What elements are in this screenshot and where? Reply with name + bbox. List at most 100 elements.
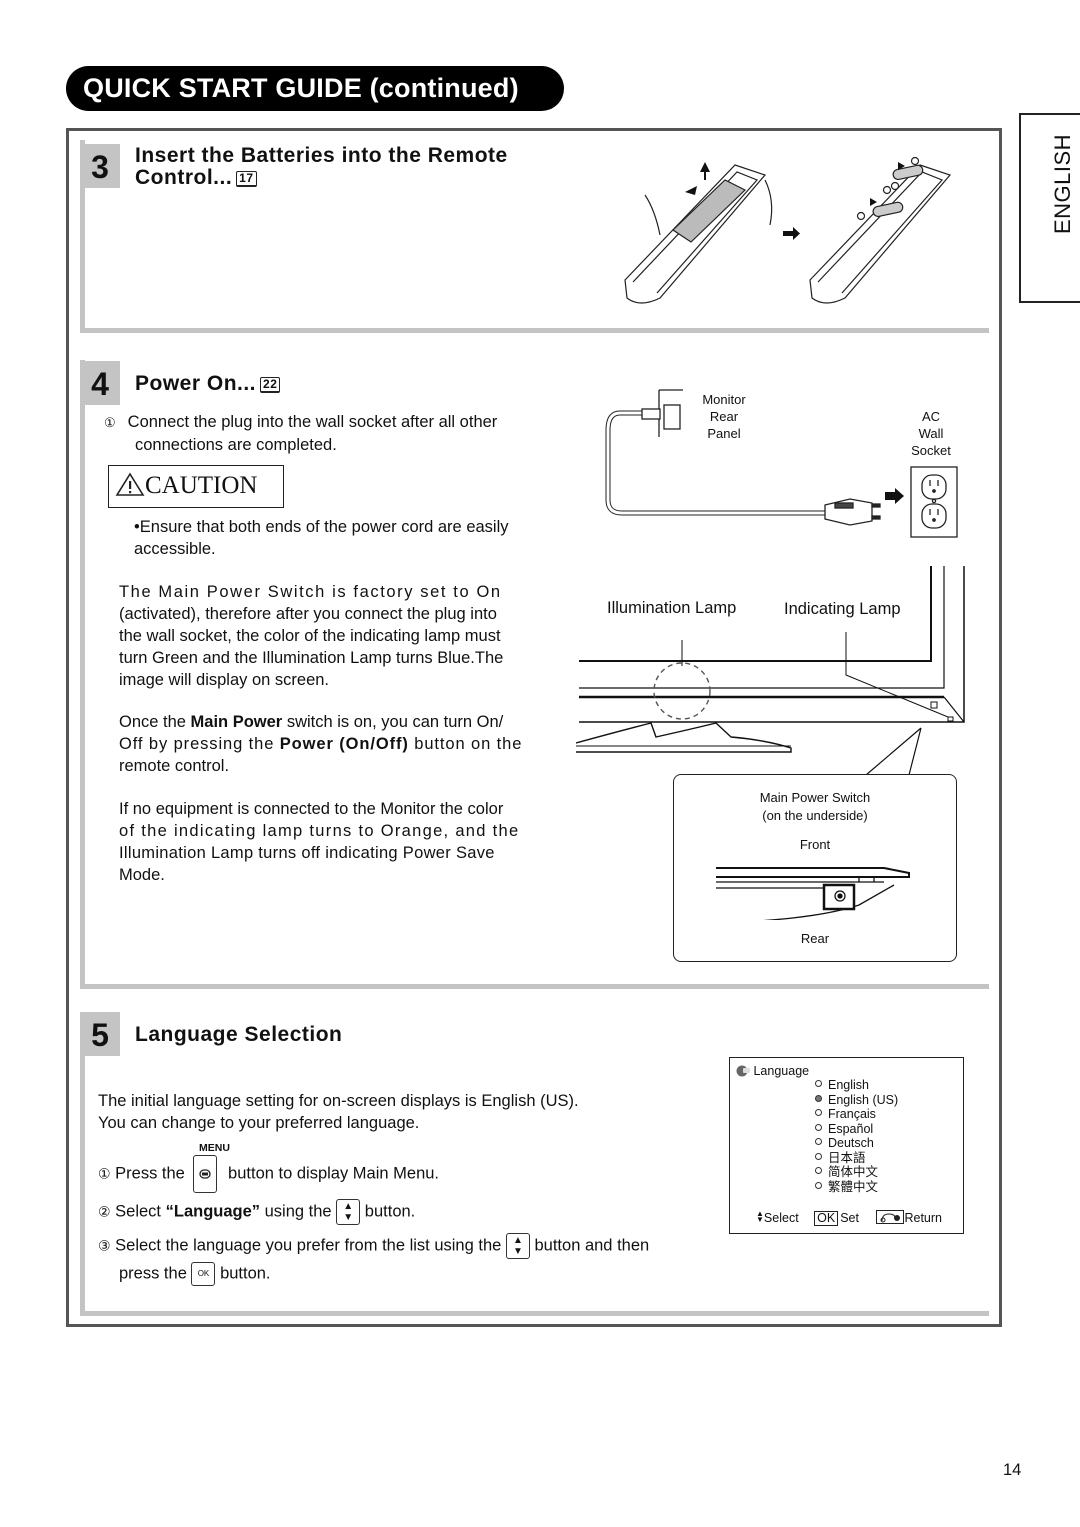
remote-with-batteries	[809, 156, 952, 304]
radio-selected-icon	[815, 1094, 822, 1102]
option-label: English (US)	[828, 1092, 899, 1107]
step-number: 5	[80, 1012, 120, 1056]
main-power-switch-callout: Main Power Switch (on the underside) Fro…	[673, 774, 957, 962]
return-key-icon	[876, 1210, 905, 1224]
callout-subtitle: (on the underside)	[762, 808, 868, 823]
radio-icon	[815, 1181, 822, 1189]
radio-icon	[815, 1080, 822, 1087]
step-text: press the	[119, 1264, 187, 1283]
text: Off by pressing the	[119, 735, 280, 753]
section-title-line: Insert the Batteries into the Remote	[135, 144, 508, 167]
caution-text: Ensure that both ends of the power cord …	[139, 518, 509, 536]
radio-icon	[815, 1152, 822, 1160]
step-text: button to display Main Menu.	[228, 1164, 440, 1183]
language-option[interactable]: Deutsch	[815, 1136, 898, 1151]
language-osd-menu: Language English English (US) Français E…	[729, 1057, 964, 1234]
step-marker: ③	[98, 1237, 111, 1254]
language-option[interactable]: Français	[815, 1107, 898, 1122]
text: switch is on, you can turn On/	[282, 713, 504, 731]
language-option[interactable]: 简体中文	[815, 1165, 898, 1180]
step-text: Press the	[115, 1164, 185, 1183]
footer-return-label: Return	[904, 1211, 942, 1225]
label-line: Panel	[707, 426, 741, 441]
ac-wall-socket-label: AC Wall Socket	[901, 408, 961, 459]
text: remote control.	[119, 757, 230, 775]
step-text: button and then	[534, 1236, 650, 1255]
text-line: Illumination Lamp turns off indicating P…	[119, 844, 495, 862]
option-label: 繁體中文	[828, 1179, 879, 1194]
step-marker: ②	[98, 1203, 111, 1220]
step-marker: ①	[104, 415, 116, 430]
option-label: Español	[828, 1121, 874, 1136]
illumination-lamp-marker	[653, 662, 711, 720]
paragraph-power-save: If no equipment is connected to the Moni…	[119, 798, 551, 886]
language-tab: ENGLISH	[1019, 113, 1080, 303]
option-label: English	[828, 1078, 869, 1092]
language-option[interactable]: Español	[815, 1122, 898, 1137]
caution-note: •Ensure that both ends of the power cord…	[134, 516, 554, 560]
up-down-icon: ▲ ▼	[756, 1209, 764, 1224]
ok-key-icon: OK	[814, 1211, 839, 1226]
language-option-selected[interactable]: English (US)	[815, 1093, 898, 1108]
language-option[interactable]: English	[815, 1078, 898, 1093]
ok-button-icon: OK	[191, 1262, 216, 1286]
monitor-inlet	[663, 404, 681, 430]
text-bold: Power (On/Off)	[279, 735, 409, 753]
step-text: using the	[260, 1202, 332, 1221]
language-step-3-cont: press the OK button.	[119, 1262, 271, 1286]
step-marker: ①	[98, 1165, 111, 1182]
arrow-right-icon	[783, 227, 800, 240]
language-step-3: ③ Select the language you prefer from th…	[98, 1233, 649, 1259]
menu-button-icon	[193, 1155, 218, 1193]
radio-icon	[815, 1109, 822, 1116]
step-text: connections are completed.	[135, 436, 337, 454]
step-text: button.	[364, 1202, 416, 1221]
callout-front-label: Front	[799, 837, 831, 852]
callout-rear-label: Rear	[800, 931, 830, 946]
language-step-1: ① Press the button to display Main Menu.	[98, 1155, 439, 1193]
menu-button-label: MENU	[199, 1142, 230, 1154]
section-title-text: Power On...	[135, 372, 257, 395]
step-number: 3	[80, 144, 120, 188]
step-number: 4	[80, 361, 120, 405]
indicating-lamp-label: Indicating Lamp	[784, 600, 901, 618]
step-text: Select the language you prefer from the …	[115, 1236, 502, 1255]
monitor-rear-panel-label: Monitor Rear Panel	[689, 391, 759, 442]
language-options: English English (US) Français Español De…	[815, 1078, 898, 1194]
text-line: The initial language setting for on-scre…	[98, 1092, 579, 1110]
osd-title: Language	[736, 1064, 809, 1078]
text-line: (activated), therefore after you connect…	[119, 605, 497, 623]
text-line: turn Green and the Illumination Lamp tur…	[119, 649, 504, 667]
language-globe-icon	[736, 1065, 750, 1077]
label-line: Socket	[911, 443, 951, 458]
step-text: Select	[115, 1202, 166, 1221]
callout-title: Main Power Switch	[759, 790, 871, 805]
power-switch-illustration	[716, 867, 910, 920]
paragraph-power-toggle: Once the Main Power switch is on, you ca…	[119, 711, 551, 777]
osd-footer: ▲ ▼Select OK Set Return	[756, 1210, 942, 1226]
step-text: button.	[220, 1264, 271, 1283]
step-1: ① Connect the plug into the wall socket a…	[104, 411, 554, 456]
monitor-stand	[576, 722, 792, 753]
label-line: Monitor	[702, 392, 746, 407]
text-bold: Main Power	[190, 713, 283, 731]
label-line: Rear	[709, 409, 739, 424]
page-reference: 22	[260, 377, 281, 393]
text-line: the wall socket, the color of the indica…	[119, 627, 501, 645]
option-label: Français	[828, 1107, 876, 1121]
step-text: Connect the plug into the wall socket af…	[127, 413, 498, 431]
radio-icon	[815, 1138, 822, 1145]
footer-set-label: Set	[840, 1211, 859, 1225]
up-down-button-icon: ▲ ▼	[505, 1233, 530, 1259]
footer-select-label: Select	[763, 1211, 799, 1225]
warning-icon	[115, 472, 145, 496]
arrow-right-icon	[885, 488, 904, 504]
text: button on the	[408, 735, 523, 753]
language-option[interactable]: 繁體中文	[815, 1180, 898, 1195]
radio-icon	[815, 1123, 822, 1131]
section-title-line: Control...	[135, 166, 233, 189]
caution-text: CAUTION	[145, 472, 258, 499]
remote-open-cover	[624, 164, 773, 304]
language-option[interactable]: 日本語	[815, 1151, 898, 1166]
language-tab-label: ENGLISH	[1050, 133, 1075, 235]
